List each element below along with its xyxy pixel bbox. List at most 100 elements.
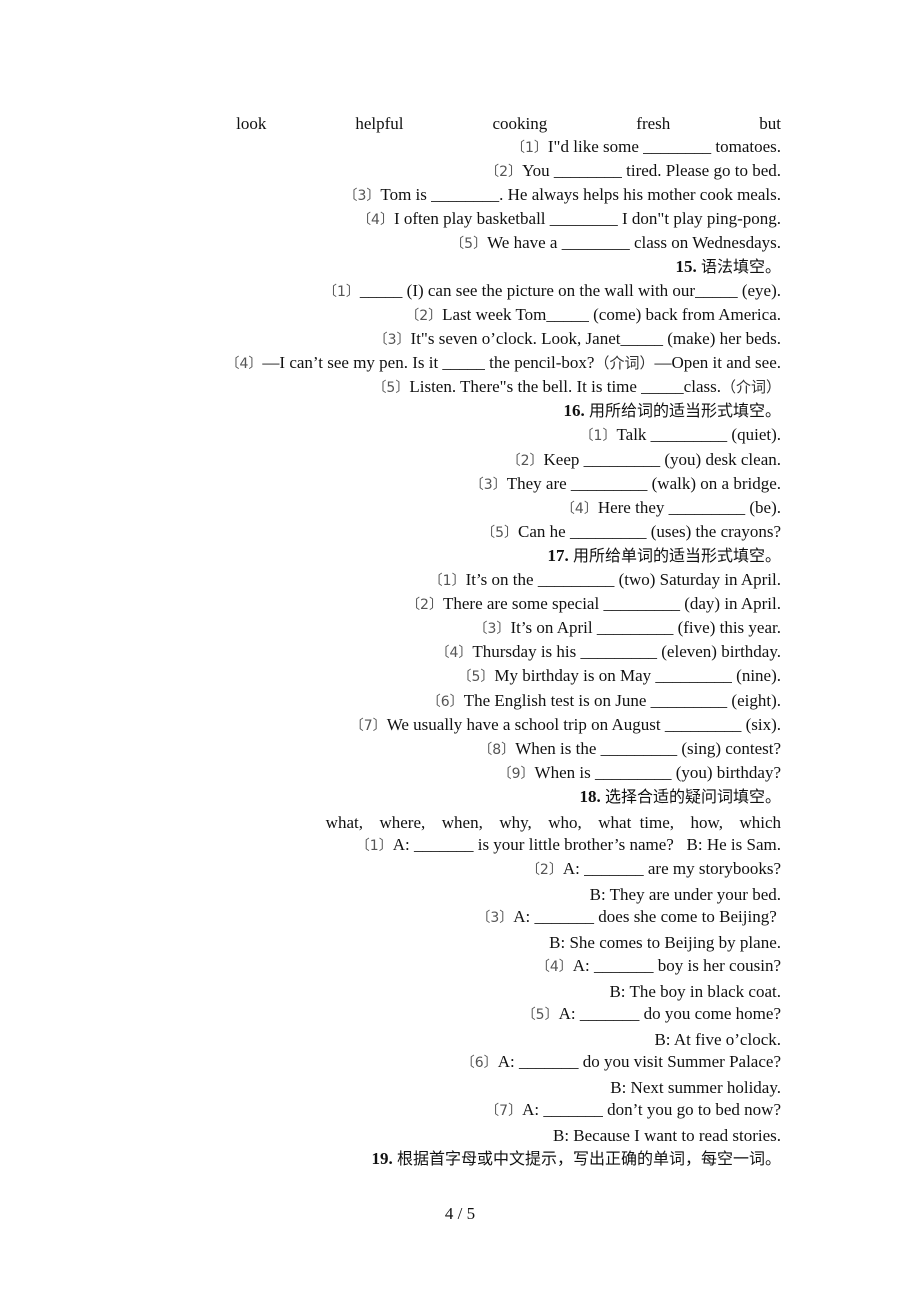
item-number: 〔5〕 (457, 669, 495, 685)
page-number: 4 / 5 (444, 1204, 476, 1223)
line-text: A: _______ don’t you go to bed now? (522, 1100, 781, 1119)
item-text: Last week Tom_____ (come) back from Amer… (442, 305, 781, 324)
s18-line-12: 〔7〕A: _______ don’t you go to bed now? (485, 1099, 781, 1122)
s15-item-2: 〔2〕Last week Tom_____ (come) back from A… (405, 304, 781, 327)
s18-line-9: B: At five o’clock. (654, 1029, 781, 1051)
item-number: 〔3〕 (469, 477, 507, 493)
line-text: B: Because I want to read stories. (552, 1126, 781, 1145)
line-text: B: They are under your bed. (589, 885, 781, 904)
item-number: 〔1〕 (510, 140, 548, 156)
s17-item-8: 〔8〕When is the _________ (sing) contest? (478, 738, 781, 761)
item-text: You ________ tired. Please go to bed. (522, 161, 781, 180)
section-17-heading: 17. 用所给单词的适当形式填空。 (547, 545, 781, 567)
s18-line-11: B: Next summer holiday. (610, 1077, 781, 1099)
item-text: When is _________ (you) birthday? (534, 763, 781, 782)
item-text: When is the _________ (sing) contest? (515, 739, 781, 758)
s17-item-9: 〔9〕When is _________ (you) birthday? (498, 762, 781, 785)
item-text: Tom is ________. He always helps his mot… (380, 185, 781, 204)
item-number: 〔4〕 (560, 501, 598, 517)
s18-line-1: 〔1〕A: _______ is your little brother’s n… (356, 834, 781, 857)
s18-line-5: B: She comes to Beijing by plane. (549, 932, 781, 954)
item-number: 〔3〕 (343, 188, 381, 204)
item-text: Here they _________ (be). (597, 498, 781, 517)
item-number: 〔1〕 (579, 428, 617, 444)
s18-line-10: 〔6〕A: _______ do you visit Summer Palace… (461, 1051, 781, 1074)
s18-line-6: 〔4〕A: _______ boy is her cousin? (536, 955, 781, 978)
line-text: B: At five o’clock. (654, 1030, 781, 1049)
s14-item-3: 〔3〕Tom is ________. He always helps his … (343, 184, 781, 207)
section-number: 19. (371, 1149, 393, 1168)
section-19-heading: 19. 根据首字母或中文提示，写出正确的单词，每空一词。 (371, 1148, 781, 1170)
s15-item-1: 〔1〕_____ (I) can see the picture on the … (323, 280, 781, 303)
s16-item-5: 〔5〕Can he _________ (uses) the crayons? (481, 521, 781, 544)
section-title: 根据首字母或中文提示，写出正确的单词，每空一词。 (396, 1149, 781, 1168)
item-text: The English test is on June _________ (e… (463, 691, 781, 710)
line-text: A: _______ boy is her cousin? (572, 956, 781, 975)
item-text: Thursday is his _________ (eleven) birth… (472, 642, 781, 661)
section-title: 语法填空。 (700, 257, 781, 276)
line-text: B: She comes to Beijing by plane. (549, 933, 781, 952)
section-title: 用所给词的适当形式填空。 (588, 401, 781, 420)
item-tail: —Open it and see. (654, 353, 781, 372)
item-number: 〔3〕 (476, 910, 514, 926)
item-number: 〔4〕 (435, 645, 473, 661)
line-text: A: _______ do you come home? (558, 1004, 781, 1023)
item-text: I often play basketball ________ I don"t… (393, 209, 781, 228)
item-text: We usually have a school trip on August … (386, 715, 781, 734)
s17-item-5: 〔5〕My birthday is on May _________ (nine… (457, 665, 781, 688)
item-text: Can he _________ (uses) the crayons? (518, 522, 781, 541)
s14-item-2: 〔2〕You ________ tired. Please go to bed. (485, 160, 781, 183)
line-text: A: _______ do you visit Summer Palace? (497, 1052, 781, 1071)
item-text: My birthday is on May _________ (nine). (494, 666, 781, 685)
item-text: Talk _________ (quiet). (616, 425, 781, 444)
s17-item-3: 〔3〕It’s on April _________ (five) this y… (474, 617, 781, 640)
item-text: It’s on the _________ (two) Saturday in … (465, 570, 781, 589)
section-number: 15. (675, 257, 697, 276)
s15-item-4: 〔4〕—I can’t see my pen. Is it _____ the … (225, 352, 781, 375)
item-text: Keep _________ (you) desk clean. (543, 450, 781, 469)
word-bank-18: what, where, when, why, who, what time, … (325, 813, 781, 832)
line-text: B: The boy in black coat. (609, 982, 781, 1001)
s18-line-8: 〔5〕A: _______ do you come home? (522, 1003, 781, 1026)
item-number: 〔2〕 (485, 164, 523, 180)
section-title: 用所给单词的适当形式填空。 (572, 546, 781, 565)
item-number: 〔9〕 (497, 766, 535, 782)
s14-item-5: 〔5〕We have a ________ class on Wednesday… (450, 232, 781, 255)
item-number: 〔1〕 (355, 838, 393, 854)
section-15-heading: 15. 语法填空。 (675, 256, 781, 278)
item-number: 〔5〕 (481, 525, 519, 541)
s14-item-1: 〔1〕I"d like some ________ tomatoes. (511, 136, 781, 159)
item-number: 〔7〕 (349, 718, 387, 734)
item-number: 〔3〕 (473, 621, 511, 637)
item-number: 〔2〕 (506, 453, 544, 469)
item-text: I"d like some ________ tomatoes. (547, 137, 781, 156)
line-text: B: Next summer holiday. (610, 1078, 781, 1097)
item-number: 〔7〕 (485, 1103, 523, 1119)
s17-item-7: 〔7〕We usually have a school trip on Augu… (350, 714, 781, 737)
item-number: 〔2〕 (525, 862, 563, 878)
s16-item-1: 〔1〕Talk _________ (quiet). (580, 424, 781, 447)
s16-item-2: 〔2〕Keep _________ (you) desk clean. (507, 449, 781, 472)
item-text: _____ (I) can see the picture on the wal… (359, 281, 781, 300)
section-18-heading: 18. 选择合适的疑问词填空。 (579, 786, 781, 808)
item-number: 〔2〕 (405, 308, 443, 324)
section-title: 选择合适的疑问词填空。 (604, 787, 781, 806)
s15-item-3: 〔3〕It"s seven o’clock. Look, Janet_____ … (374, 328, 781, 351)
item-text: We have a ________ class on Wednesdays. (487, 233, 781, 252)
line-text: A: _______ are my storybooks? (562, 859, 781, 878)
s18-line-13: B: Because I want to read stories. (553, 1125, 781, 1147)
item-number: 〔4〕 (225, 356, 263, 372)
item-number: 〔5〕 (372, 380, 410, 396)
item-number: 〔3〕 (373, 332, 411, 348)
item-number: 〔1〕 (428, 573, 466, 589)
item-number: 〔6〕 (460, 1055, 498, 1071)
item-number: 〔4〕 (535, 959, 573, 975)
item-text: It’s on April _________ (five) this year… (510, 618, 781, 637)
word-bank-14: look helpful cooking fresh but (236, 114, 781, 133)
s17-item-4: 〔4〕Thursday is his _________ (eleven) bi… (435, 641, 781, 664)
item-number: 〔4〕 (357, 212, 394, 228)
s18-line-2: 〔2〕A: _______ are my storybooks? (526, 858, 781, 881)
item-text: There are some special _________ (day) i… (442, 594, 781, 613)
s14-item-4: 〔4〕I often play basketball ________ I do… (357, 208, 781, 231)
s15-item-5: 〔5〕Listen. There"s the bell. It is time … (372, 376, 781, 399)
